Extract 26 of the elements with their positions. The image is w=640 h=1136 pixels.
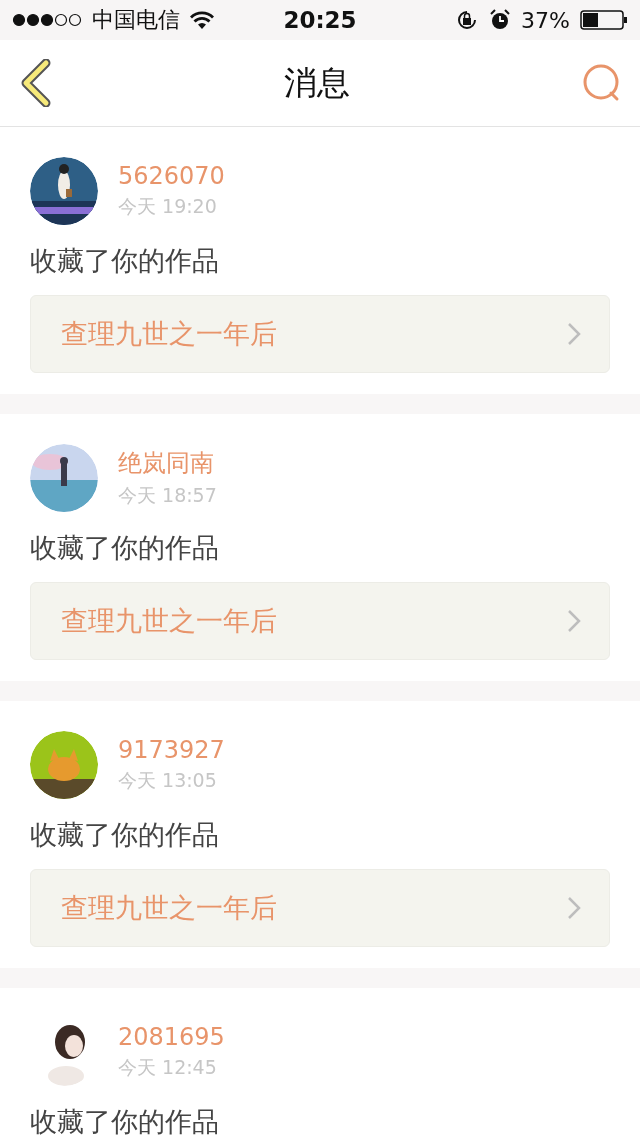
chevron-icon [567,609,581,633]
signal-icon [12,13,82,27]
user-name[interactable]: 绝岚同南 [118,447,217,479]
work-link[interactable]: 查理九世之一年后 [30,295,610,373]
chevron-icon [567,896,581,920]
chevron-icon [567,322,581,346]
alarm-icon [489,9,512,31]
message-text: 收藏了你的作品 [30,531,220,565]
message-text: 收藏了你的作品 [30,1105,220,1136]
page-title: 消息 [284,61,350,104]
message-time: 今天 12:45 [118,1055,218,1080]
user-name[interactable]: 2081695 [118,1023,225,1051]
message-text: 收藏了你的作品 [30,818,220,852]
user-name[interactable]: 5626070 [118,162,225,190]
battery-icon [580,10,628,30]
message-time: 今天 18:57 [118,483,217,508]
user-name[interactable]: 9173927 [118,736,225,764]
battery-percent: 37% [521,7,570,33]
message-time: 今天 19:20 [118,194,218,219]
work-link[interactable]: 查理九世之一年后 [30,869,610,947]
message-time: 今天 13:05 [118,768,218,793]
wifi-icon [190,11,214,29]
carrier-name: 中国电信 [92,6,180,34]
work-link[interactable]: 查理九世之一年后 [30,582,610,660]
clock-time: 20:25 [283,7,357,33]
message-text: 收藏了你的作品 [30,244,220,278]
